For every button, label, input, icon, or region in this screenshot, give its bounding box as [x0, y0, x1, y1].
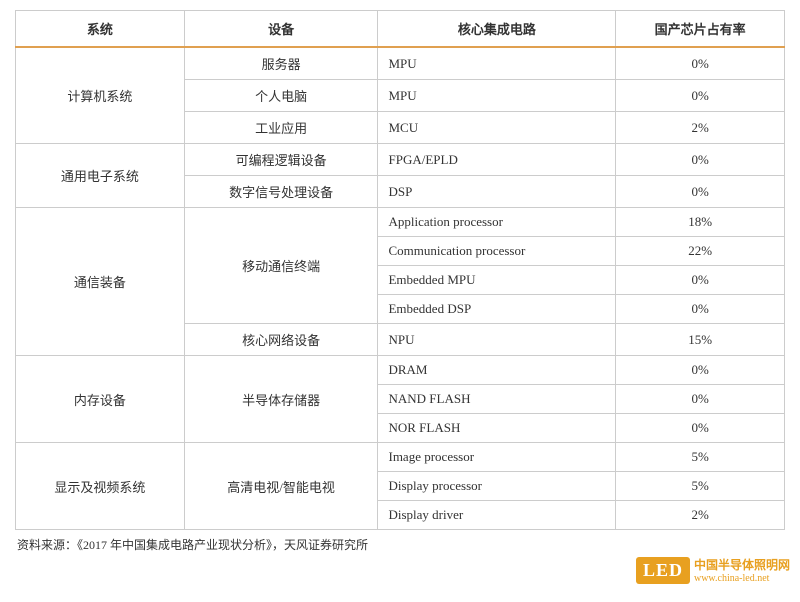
cell-device: 服务器 — [184, 47, 378, 80]
cell-rate: 2% — [616, 501, 785, 530]
cell-ic: DSP — [378, 176, 616, 208]
cell-system: 显示及视频系统 — [16, 443, 185, 530]
cell-ic: Communication processor — [378, 237, 616, 266]
table-header-row: 系统 设备 核心集成电路 国产芯片占有率 — [16, 11, 785, 48]
cell-rate: 18% — [616, 208, 785, 237]
cell-ic: NAND FLASH — [378, 385, 616, 414]
col-header-system: 系统 — [16, 11, 185, 48]
watermark: LED 中国半导体照明网 www.china-led.net — [636, 556, 790, 584]
cell-rate: 0% — [616, 80, 785, 112]
cell-rate: 0% — [616, 47, 785, 80]
cell-ic: Embedded MPU — [378, 266, 616, 295]
cell-rate: 0% — [616, 295, 785, 324]
col-header-device: 设备 — [184, 11, 378, 48]
table-row: 计算机系统服务器MPU0% — [16, 47, 785, 80]
cell-ic: FPGA/EPLD — [378, 144, 616, 176]
cell-ic: MPU — [378, 47, 616, 80]
watermark-text-block: 中国半导体照明网 www.china-led.net — [694, 556, 790, 584]
col-header-ic: 核心集成电路 — [378, 11, 616, 48]
cell-rate: 0% — [616, 176, 785, 208]
cell-device: 核心网络设备 — [184, 324, 378, 356]
main-table: 系统 设备 核心集成电路 国产芯片占有率 计算机系统服务器MPU0%个人电脑MP… — [15, 10, 785, 530]
cell-device: 工业应用 — [184, 112, 378, 144]
watermark-led-logo: LED — [636, 557, 690, 584]
cell-ic: NPU — [378, 324, 616, 356]
table-row: 内存设备半导体存储器DRAM0% — [16, 356, 785, 385]
cell-system: 内存设备 — [16, 356, 185, 443]
table-row: 显示及视频系统高清电视/智能电视Image processor5% — [16, 443, 785, 472]
cell-rate: 2% — [616, 112, 785, 144]
table-container: 系统 设备 核心集成电路 国产芯片占有率 计算机系统服务器MPU0%个人电脑MP… — [0, 0, 800, 583]
cell-device: 半导体存储器 — [184, 356, 378, 443]
cell-system: 计算机系统 — [16, 47, 185, 144]
footer-note: 资料来源：《2017 年中国集成电路产业现状分析》，天风证券研究所 — [15, 536, 785, 553]
cell-device: 移动通信终端 — [184, 208, 378, 324]
cell-rate: 5% — [616, 472, 785, 501]
cell-ic: Application processor — [378, 208, 616, 237]
cell-ic: DRAM — [378, 356, 616, 385]
cell-device: 数字信号处理设备 — [184, 176, 378, 208]
cell-device: 个人电脑 — [184, 80, 378, 112]
cell-rate: 22% — [616, 237, 785, 266]
cell-system: 通用电子系统 — [16, 144, 185, 208]
cell-rate: 0% — [616, 144, 785, 176]
cell-rate: 5% — [616, 443, 785, 472]
cell-rate: 0% — [616, 414, 785, 443]
cell-ic: Embedded DSP — [378, 295, 616, 324]
table-body: 计算机系统服务器MPU0%个人电脑MPU0%工业应用MCU2%通用电子系统可编程… — [16, 47, 785, 530]
cell-device: 高清电视/智能电视 — [184, 443, 378, 530]
table-row: 通信装备移动通信终端Application processor18% — [16, 208, 785, 237]
cell-ic: MCU — [378, 112, 616, 144]
cell-rate: 15% — [616, 324, 785, 356]
watermark-site-name: 中国半导体照明网 — [694, 556, 790, 573]
table-row: 通用电子系统可编程逻辑设备FPGA/EPLD0% — [16, 144, 785, 176]
cell-rate: 0% — [616, 385, 785, 414]
cell-ic: MPU — [378, 80, 616, 112]
cell-ic: NOR FLASH — [378, 414, 616, 443]
cell-rate: 0% — [616, 356, 785, 385]
cell-system: 通信装备 — [16, 208, 185, 356]
col-header-rate: 国产芯片占有率 — [616, 11, 785, 48]
cell-ic: Image processor — [378, 443, 616, 472]
cell-device: 可编程逻辑设备 — [184, 144, 378, 176]
cell-ic: Display processor — [378, 472, 616, 501]
cell-ic: Display driver — [378, 501, 616, 530]
watermark-url: www.china-led.net — [694, 573, 790, 584]
cell-rate: 0% — [616, 266, 785, 295]
